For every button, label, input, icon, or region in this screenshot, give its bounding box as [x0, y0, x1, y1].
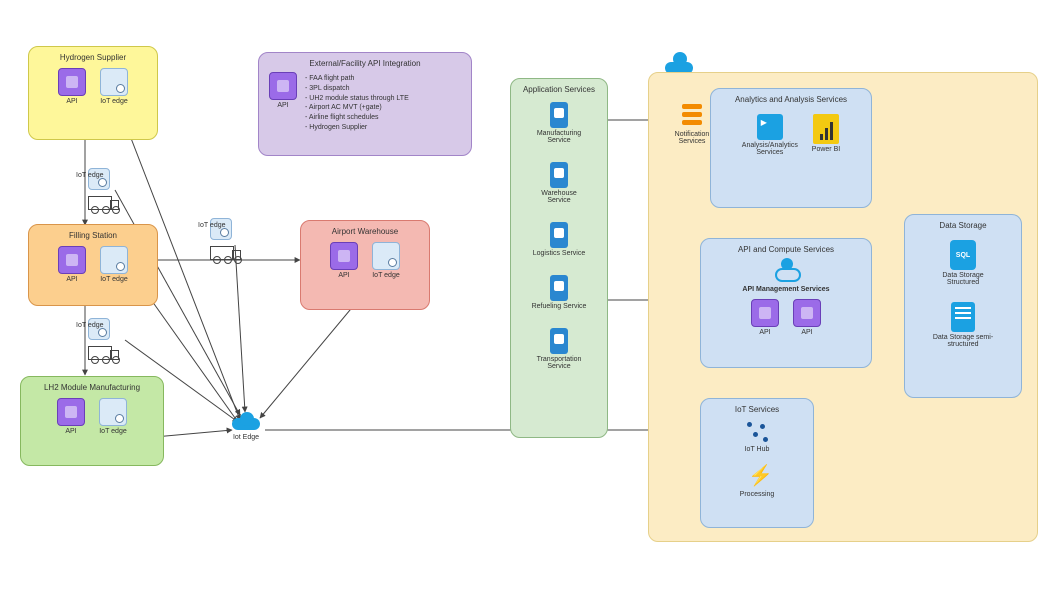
- application-services-title: Application Services: [517, 85, 601, 94]
- phone-icon: [550, 328, 568, 354]
- api-icon: [330, 242, 358, 270]
- api-icon: [57, 398, 85, 426]
- api-icon: [269, 72, 297, 100]
- airport-warehouse-title: Airport Warehouse: [307, 227, 423, 236]
- api-compute-box: API and Compute Services API Management …: [700, 238, 872, 368]
- data-storage-box: Data Storage SQL Data Storage Structured…: [904, 214, 1022, 398]
- iot-edge-icon: [99, 398, 127, 426]
- notification-icon: [682, 104, 702, 128]
- api-icon: [58, 246, 86, 274]
- analytics-title: Analytics and Analysis Services: [717, 95, 865, 104]
- cloud-icon: [665, 52, 699, 74]
- phone-icon: [550, 102, 568, 128]
- phone-icon: [550, 162, 568, 188]
- truck-mid: IoT edge: [210, 218, 240, 264]
- filling-station-box: Filling Station API IoT edge: [28, 224, 158, 306]
- external-api-box: External/Facility API Integration API - …: [258, 52, 472, 156]
- iot-edge-icon: [100, 68, 128, 96]
- api-icon: [58, 68, 86, 96]
- processing-icon: [746, 463, 768, 489]
- lh2-manufacturing-box: LH2 Module Manufacturing API IoT edge: [20, 376, 164, 466]
- filling-station-title: Filling Station: [35, 231, 151, 240]
- iot-edge-cloud: Iot Edge: [232, 412, 260, 441]
- truck-supplier: IoT edge: [88, 168, 118, 214]
- notification-services: Notification Services: [672, 104, 712, 145]
- iot-services-box: IoT Services IoT Hub Processing: [700, 398, 814, 528]
- iot-hub-icon: [745, 420, 769, 444]
- api-compute-title: API and Compute Services: [707, 245, 865, 254]
- phone-icon: [550, 275, 568, 301]
- api-icon: [793, 299, 821, 327]
- truck-filling: IoT edge: [88, 318, 118, 364]
- cloud-icon: [232, 412, 260, 430]
- hydrogen-supplier-box: Hydrogen Supplier API IoT edge: [28, 46, 158, 140]
- sql-icon: SQL: [950, 240, 976, 270]
- document-db-icon: [951, 302, 975, 332]
- api-management-icon: [771, 258, 801, 284]
- powerbi-icon: [813, 114, 839, 144]
- analytics-icon: [757, 114, 783, 140]
- analytics-box: Analytics and Analysis Services Analysis…: [710, 88, 872, 208]
- data-storage-title: Data Storage: [911, 221, 1015, 230]
- phone-icon: [550, 222, 568, 248]
- hydrogen-supplier-title: Hydrogen Supplier: [35, 53, 151, 62]
- iot-edge-icon: [372, 242, 400, 270]
- application-services-box: Application Services Manufacturing Servi…: [510, 78, 608, 438]
- external-api-title: External/Facility API Integration: [265, 59, 465, 68]
- iot-edge-icon: [100, 246, 128, 274]
- api-icon: [751, 299, 779, 327]
- iot-services-title: IoT Services: [707, 405, 807, 414]
- lh2-manufacturing-title: LH2 Module Manufacturing: [27, 383, 157, 392]
- airport-warehouse-box: Airport Warehouse API IoT edge: [300, 220, 430, 310]
- external-api-bullets: - FAA flight path - 3PL dispatch - UH2 m…: [305, 74, 409, 133]
